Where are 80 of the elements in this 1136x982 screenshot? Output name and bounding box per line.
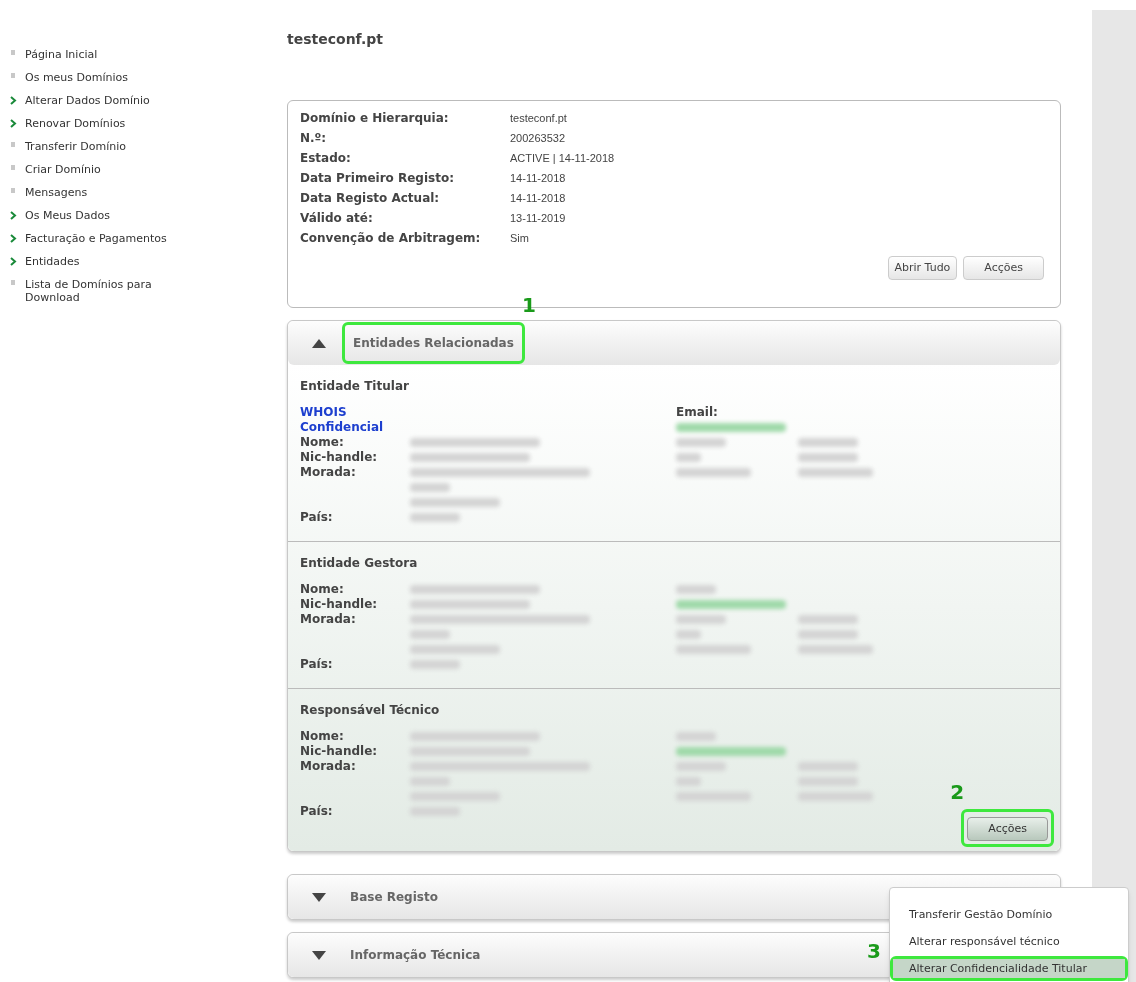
sidebar-link[interactable]: Renovar Domínios: [10, 117, 260, 130]
field-label: Estado:: [300, 150, 352, 167]
blurred-text: [676, 777, 701, 786]
sidebar-link[interactable]: Lista de Domínios para Download: [10, 278, 260, 304]
sidebar-link[interactable]: Página Inicial: [10, 48, 260, 61]
sidebar-link[interactable]: Os meus Domínios: [10, 71, 260, 84]
blurred-text: [676, 585, 716, 594]
blurred-text: [798, 777, 858, 786]
field-label: Nic-handle:: [300, 450, 379, 465]
field-label: Domínio e Hierarquia:: [300, 110, 450, 127]
field-value: ACTIVE | 14-11-2018: [510, 151, 615, 166]
blurred-text: [676, 762, 726, 771]
sidebar-link[interactable]: Alterar Dados Domínio: [10, 94, 260, 107]
blurred-text: [676, 732, 716, 741]
field-label: Nome:: [300, 729, 345, 744]
sidebar-link[interactable]: Os Meus Dados: [10, 209, 260, 222]
field-value: testeconf.pt: [510, 111, 567, 126]
field-label: Morada:: [300, 759, 357, 774]
blurred-text: [798, 630, 858, 639]
whois-link[interactable]: WHOIS Confidencial: [300, 405, 410, 435]
sidebar-link[interactable]: Entidades: [10, 255, 260, 268]
blurred-text: [410, 630, 450, 639]
actions-button[interactable]: Acções: [967, 817, 1048, 842]
field-label: País:: [300, 804, 334, 819]
field-label: Nic-handle:: [300, 597, 379, 612]
chevron-right-icon: [10, 234, 17, 243]
annotation-number: 1: [521, 295, 536, 315]
field-label: Data Registo Actual:: [300, 190, 441, 207]
sidebar-link[interactable]: Transferir Domínio: [10, 140, 260, 153]
blurred-text: [676, 453, 701, 462]
field-label: País:: [300, 657, 334, 672]
section-title: Entidade Titular: [300, 378, 410, 395]
blurred-text: [676, 438, 726, 447]
blurred-text: [798, 615, 858, 624]
field-label: Morada:: [300, 465, 357, 480]
sidebar-link[interactable]: Criar Domínio: [10, 163, 260, 176]
blurred-text: [410, 513, 460, 522]
bullet-icon: [11, 280, 15, 285]
chevron-right-icon: [10, 96, 17, 105]
menu-item[interactable]: Alterar Confidencialidade Titular: [893, 959, 1125, 978]
section-title: Entidade Gestora: [300, 555, 419, 572]
field-label: N.º:: [300, 130, 328, 147]
blurred-text: [410, 660, 460, 669]
actions-button[interactable]: Acções: [963, 256, 1044, 280]
field-label: Convenção de Arbitragem:: [300, 230, 482, 247]
blurred-text: [798, 762, 858, 771]
bullet-icon: [11, 165, 15, 170]
blurred-text: [410, 483, 450, 492]
bullet-icon: [11, 142, 15, 147]
bullet-icon: [11, 188, 15, 193]
blurred-text: [410, 777, 450, 786]
chevron-right-icon: [10, 257, 17, 266]
field-value: 14-11-2018: [510, 171, 566, 186]
chevron-right-icon: [10, 119, 17, 128]
field-label: Nome:: [300, 582, 345, 597]
expand-all-button[interactable]: Abrir Tudo: [887, 256, 958, 280]
field-label: País:: [300, 510, 334, 525]
bullet-icon: [11, 50, 15, 55]
field-label: Nic-handle:: [300, 744, 379, 759]
annotation-number: 2: [950, 782, 965, 802]
chevron-right-icon: [10, 211, 17, 220]
field-value: 13-11-2019: [510, 211, 566, 226]
annotation-number: 3: [867, 941, 881, 961]
field-label: Email:: [676, 405, 719, 420]
page-title: testeconf.pt: [287, 30, 384, 49]
field-value: 14-11-2018: [510, 191, 566, 206]
blurred-text: [798, 453, 858, 462]
blurred-text: [798, 438, 858, 447]
field-label: Morada:: [300, 612, 357, 627]
blurred-text: [676, 630, 701, 639]
bullet-icon: [11, 73, 15, 78]
field-label: Válido até:: [300, 210, 374, 227]
sidebar-link[interactable]: Mensagens: [10, 186, 260, 199]
blurred-text: [676, 615, 726, 624]
field-label: Nome:: [300, 435, 345, 450]
sidebar-link[interactable]: Facturação e Pagamentos: [10, 232, 260, 245]
field-label: Data Primeiro Registo:: [300, 170, 455, 187]
field-value: Sim: [510, 231, 529, 246]
section-title: Responsável Técnico: [300, 702, 441, 719]
field-value: 200263532: [510, 131, 566, 146]
